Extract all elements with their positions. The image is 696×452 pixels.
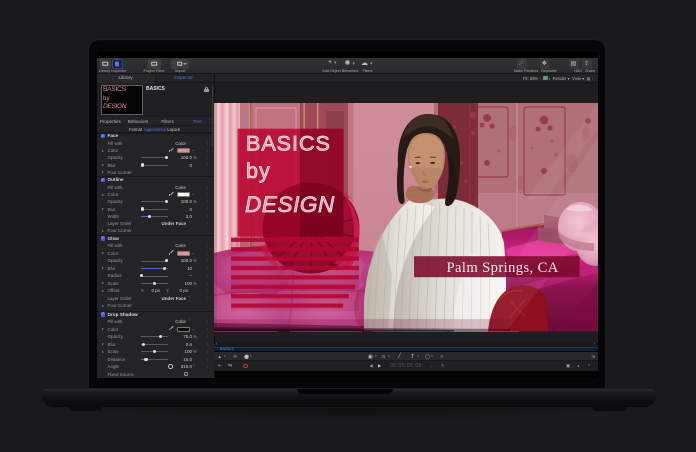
svg-text:Palm Springs, CA: Palm Springs, CA — [447, 260, 559, 276]
svg-text:by: by — [246, 159, 271, 183]
svg-text:BASICS: BASICS — [246, 132, 331, 156]
svg-text:DESIGN: DESIGN — [245, 192, 335, 217]
